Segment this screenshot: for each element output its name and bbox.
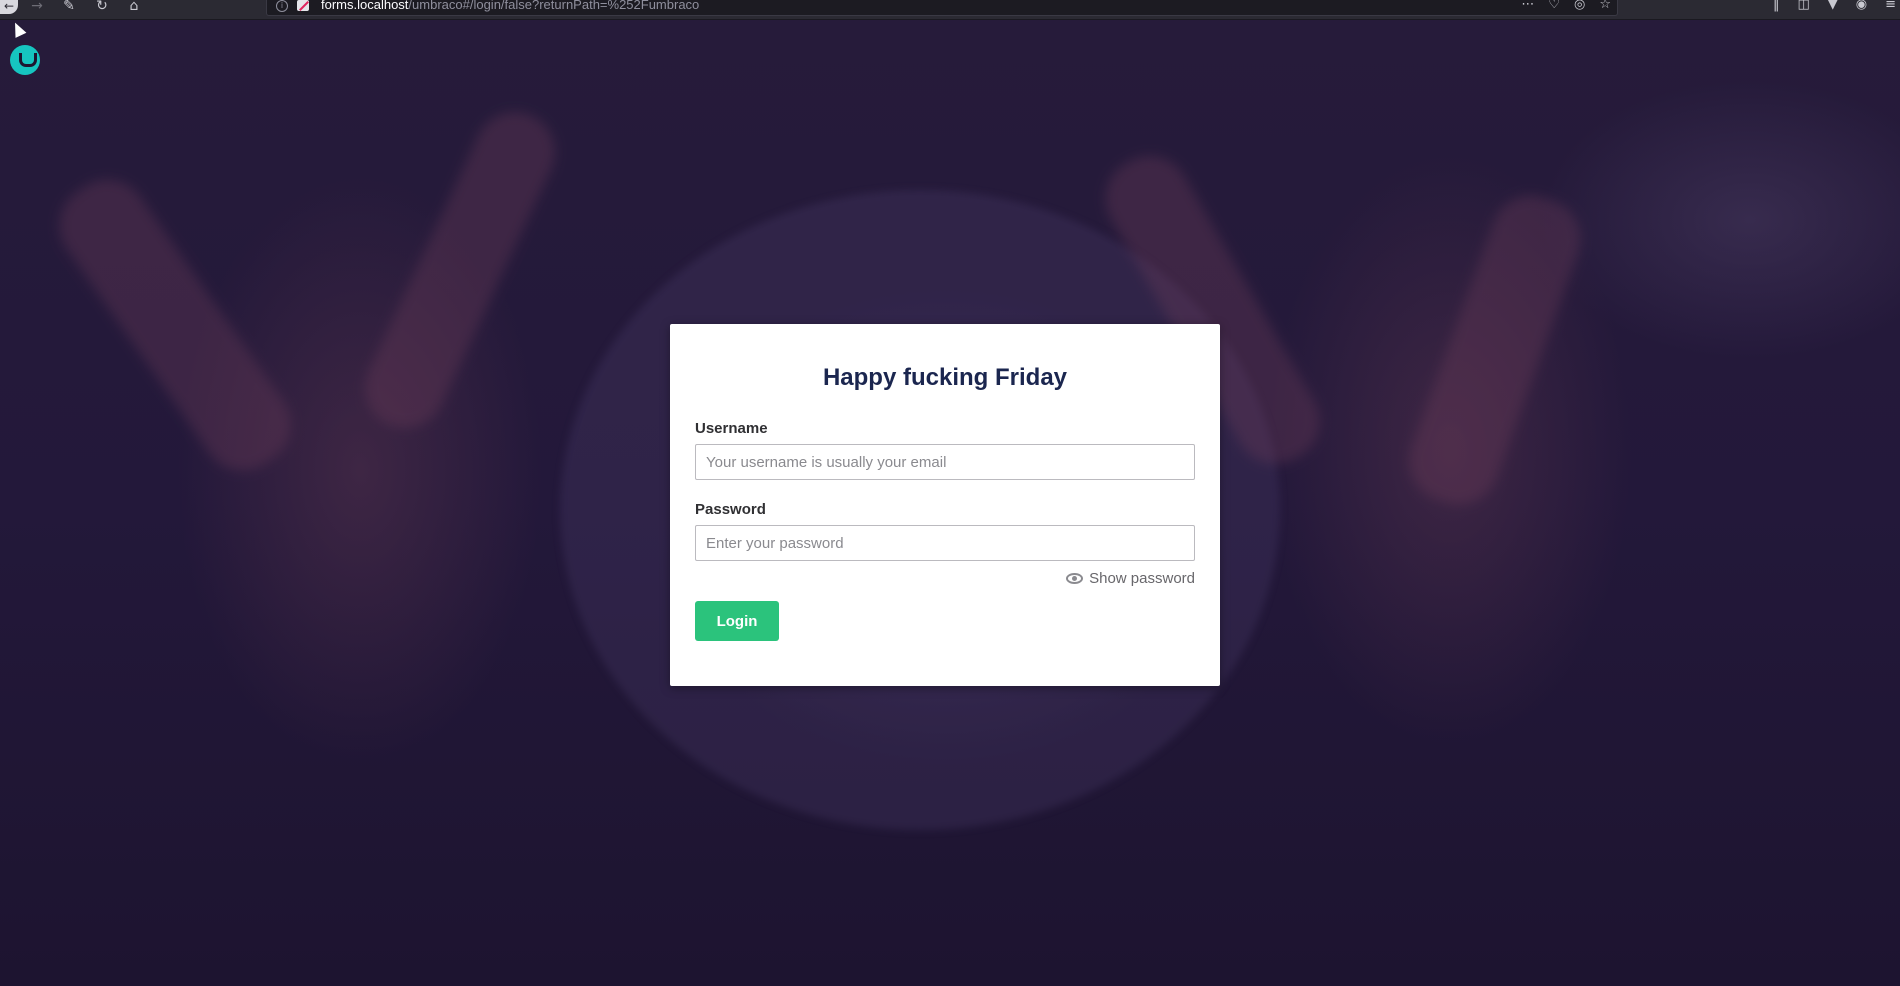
url-path: /umbraco#/login/false?returnPath=%252Fum… [408,0,700,12]
umbraco-logo-icon[interactable] [10,45,40,75]
menu-icon[interactable]: ≡ [1885,0,1896,14]
background-hand-left [43,164,307,486]
insecure-lock-icon[interactable] [297,0,309,11]
show-password-toggle[interactable]: Show password [1066,570,1195,587]
password-label: Password [695,501,766,518]
sidebar-icon[interactable]: ◫ [1797,0,1809,14]
login-button[interactable]: Login [695,601,779,641]
password-input[interactable] [695,525,1195,561]
background-finger-left [351,99,569,441]
page-title: Happy fucking Friday [822,364,1068,391]
browser-toolbar: ← → ✎ ↻ ⌂ i forms.localhost/umbraco#/log… [0,0,1900,20]
reader-icon[interactable]: ◎ [1574,0,1585,14]
url-host: forms.localhost [321,0,409,12]
address-bar[interactable]: i forms.localhost/umbraco#/login/false?r… [266,0,1618,16]
username-label: Username [695,420,768,437]
account-icon[interactable]: ◉ [1856,0,1867,14]
login-form: Happy fucking Friday Username Password S… [670,324,1220,686]
eye-icon [1066,573,1084,584]
page-actions-icon[interactable]: ⋯ [1521,0,1534,14]
back-arrow-icon[interactable]: ← [0,0,18,14]
toolbar-right: ‖ ◫ ▼ ◉ ≡ [1773,0,1896,14]
library-icon[interactable]: ‖ [1773,0,1780,14]
url-text[interactable]: forms.localhost/umbraco#/login/false?ret… [321,0,699,12]
show-password-label: Show password [1089,570,1195,587]
extension-icon[interactable]: ▼ [1828,0,1838,14]
forward-arrow-icon[interactable]: → [26,0,48,16]
background-finger-right [1397,184,1593,516]
reload-icon[interactable]: ↻ [91,0,113,16]
home-icon[interactable]: ⌂ [123,0,145,16]
bookmark-star-icon[interactable]: ☆ [1599,0,1611,14]
pocket-icon[interactable]: ♡ [1548,0,1560,14]
tools-icon[interactable]: ✎ [58,0,80,16]
info-icon[interactable]: i [276,0,288,12]
username-input[interactable] [695,444,1195,480]
url-actions: ⋯ ♡ ◎ ☆ [1521,0,1611,14]
